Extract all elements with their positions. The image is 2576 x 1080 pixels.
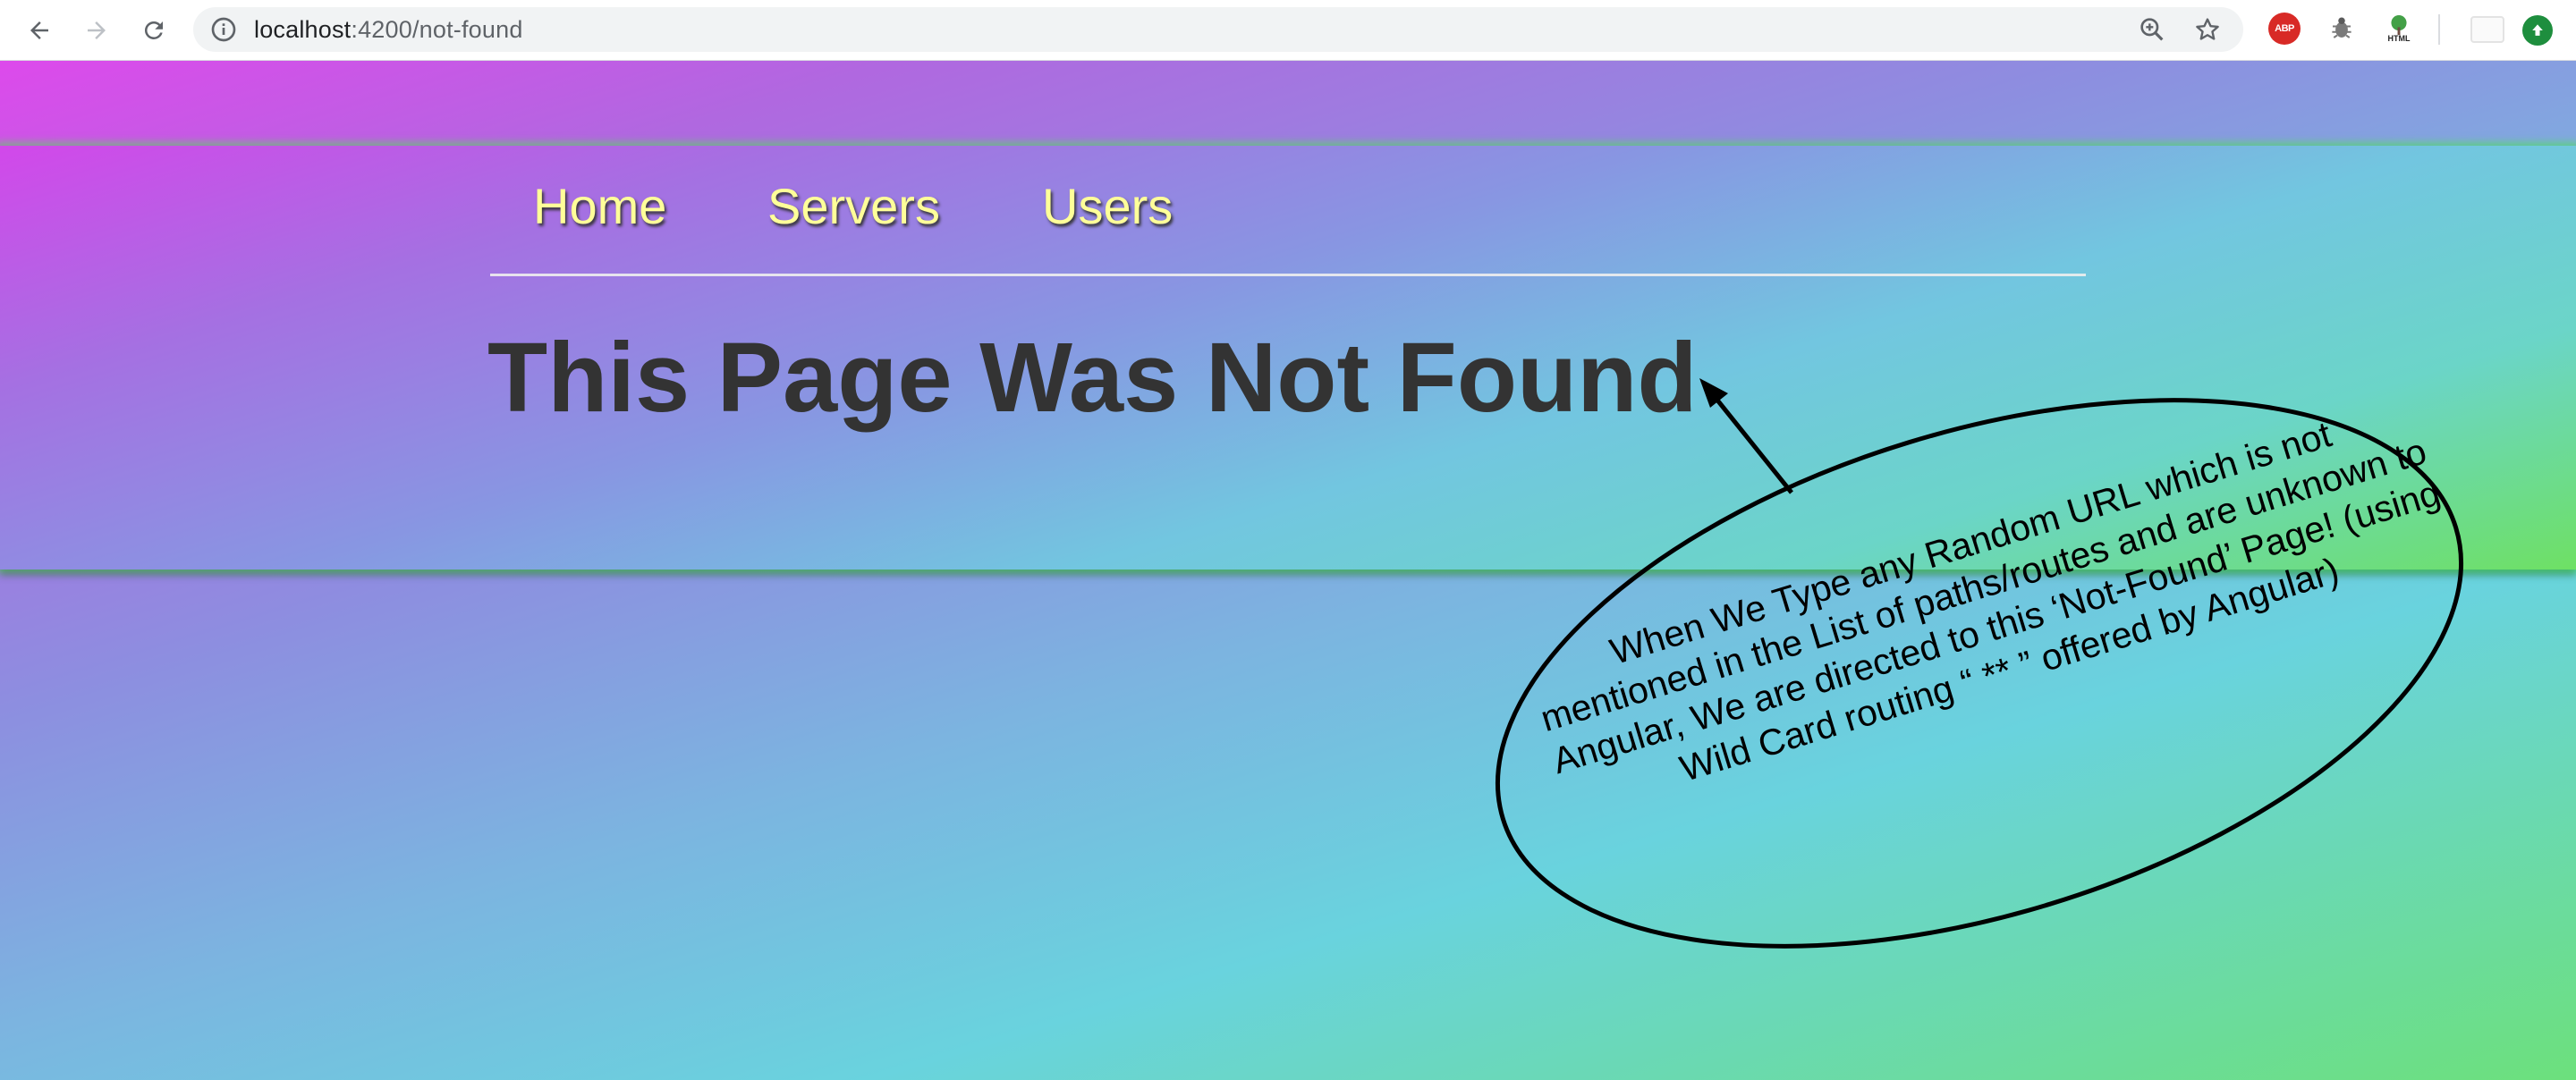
nav-link-servers[interactable]: Servers <box>767 177 940 235</box>
bug-icon[interactable] <box>2326 13 2358 45</box>
url-path: :4200/not-found <box>351 16 523 43</box>
arrow-right-icon <box>88 21 106 39</box>
info-icon[interactable] <box>209 15 238 44</box>
html-tree-icon[interactable]: HTML <box>2383 13 2415 45</box>
back-button[interactable] <box>18 9 61 52</box>
bug-shape-icon <box>2332 17 2351 38</box>
adblock-icon[interactable]: ABP <box>2268 13 2301 45</box>
url-host: localhost <box>254 16 352 43</box>
page-title: This Page Was Not Found <box>487 323 1698 433</box>
nav-link-users[interactable]: Users <box>1042 177 1173 235</box>
address-bar[interactable]: localhost:4200/not-found <box>193 7 2243 52</box>
forward-button[interactable] <box>75 9 118 52</box>
html-label: HTML <box>2387 33 2411 43</box>
zoom-icon[interactable] <box>2138 15 2166 44</box>
nav-link-home[interactable]: Home <box>533 177 666 235</box>
bookmark-star-icon[interactable] <box>2193 15 2222 44</box>
arrow-up-icon <box>2532 24 2543 36</box>
url-text[interactable]: localhost:4200/not-found <box>254 7 523 52</box>
profile-avatar[interactable] <box>2470 16 2504 43</box>
update-button[interactable] <box>2522 15 2553 46</box>
reload-icon <box>144 21 163 39</box>
nav-divider <box>490 274 2086 276</box>
reload-button[interactable] <box>132 9 175 52</box>
arrow-left-icon <box>30 21 48 39</box>
tree-shape-icon <box>2391 14 2407 35</box>
browser-toolbar: localhost:4200/not-found ABP HTML <box>0 0 2576 61</box>
toolbar-separator <box>2438 14 2440 45</box>
